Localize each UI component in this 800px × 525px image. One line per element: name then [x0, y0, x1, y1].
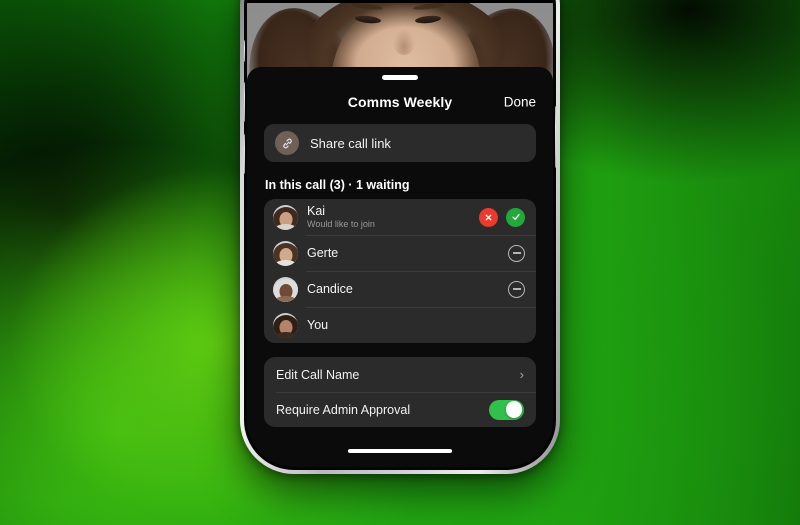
silent-switch-button[interactable] — [244, 40, 245, 62]
close-icon[interactable] — [479, 207, 498, 227]
avatar — [273, 312, 298, 338]
phone-inner-bezel: Comms Weekly Done Share call link In thi… — [244, 0, 556, 470]
participant-text: You — [307, 318, 525, 332]
edit-call-name-label: Edit Call Name — [276, 367, 360, 382]
call-settings-card: Edit Call Name › Require Admin Approval — [264, 357, 536, 427]
list-item[interactable]: Gerte — [264, 235, 536, 271]
share-call-link-label: Share call link — [310, 135, 391, 151]
avatar — [273, 276, 298, 302]
minus-circle-icon[interactable] — [508, 244, 525, 262]
volume-down-button[interactable] — [244, 134, 245, 174]
edit-call-name-row[interactable]: Edit Call Name › — [264, 357, 536, 392]
avatar — [273, 204, 298, 230]
home-indicator[interactable] — [348, 449, 452, 453]
video-letterbox-top — [247, 0, 553, 3]
participant-name: You — [307, 317, 329, 332]
participant-status: Would like to join — [307, 219, 375, 230]
participants-section-header: In this call (3) · 1 waiting — [265, 178, 410, 192]
minus-circle-icon[interactable] — [508, 280, 525, 298]
participant-text: Kai Would like to join — [307, 204, 479, 231]
toggle-knob — [505, 401, 523, 418]
list-item[interactable]: Kai Would like to join — [264, 199, 536, 235]
participant-text: Candice — [307, 282, 508, 296]
done-button[interactable]: Done — [504, 95, 536, 110]
sheet-grabber-handle[interactable] — [382, 75, 418, 80]
require-admin-approval-toggle[interactable] — [489, 399, 524, 420]
sheet-header: Comms Weekly Done — [247, 82, 553, 122]
share-call-link-row[interactable]: Share call link — [264, 124, 536, 162]
volume-up-button[interactable] — [244, 82, 245, 122]
power-button[interactable] — [555, 106, 556, 168]
call-info-sheet: Comms Weekly Done Share call link In thi… — [247, 67, 553, 467]
phone-screen: Comms Weekly Done Share call link In thi… — [247, 0, 553, 467]
participant-name: Candice — [307, 281, 353, 296]
participants-card: Kai Would like to join Gerte Candice You — [264, 199, 536, 343]
phone-device-frame: Comms Weekly Done Share call link In thi… — [240, 0, 560, 474]
list-item[interactable]: Candice — [264, 271, 536, 307]
participant-actions — [508, 280, 525, 298]
require-admin-approval-label: Require Admin Approval — [276, 402, 411, 417]
chevron-right-icon: › — [519, 367, 524, 382]
participant-actions — [508, 244, 525, 262]
participant-actions — [479, 207, 525, 227]
list-item[interactable]: You — [264, 307, 536, 343]
participant-name: Gerte — [307, 245, 339, 260]
sheet-body: Share call link In this call (3) · 1 wai… — [247, 124, 553, 427]
check-icon[interactable] — [506, 207, 525, 227]
page-title: Comms Weekly — [347, 94, 453, 110]
avatar — [273, 240, 298, 266]
screenshot-stage: Comms Weekly Done Share call link In thi… — [0, 0, 800, 525]
require-admin-approval-row[interactable]: Require Admin Approval — [264, 392, 536, 427]
nose — [393, 29, 415, 55]
link-icon — [275, 131, 299, 155]
participant-text: Gerte — [307, 246, 508, 260]
participant-name: Kai — [307, 203, 326, 218]
